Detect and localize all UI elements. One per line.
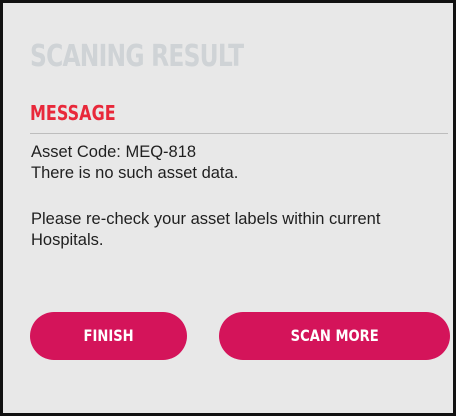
scan-more-button[interactable]: SCAN MORE (219, 312, 450, 360)
message-heading: MESSAGE (30, 101, 116, 125)
no-data-text: There is no such asset data. (31, 164, 239, 182)
instruction-text: Please re-check your asset labels within… (31, 210, 381, 249)
dialog-title: SCANING RESULT (30, 39, 244, 74)
message-divider (30, 133, 448, 134)
scan-more-button-label: SCAN MORE (290, 326, 379, 345)
asset-code-text: Asset Code: MEQ-818 (31, 143, 197, 161)
finish-button[interactable]: FINISH (30, 312, 187, 360)
scan-result-dialog: SCANING RESULT MESSAGE Asset Code: MEQ-8… (0, 0, 456, 416)
finish-button-label: FINISH (83, 326, 134, 345)
